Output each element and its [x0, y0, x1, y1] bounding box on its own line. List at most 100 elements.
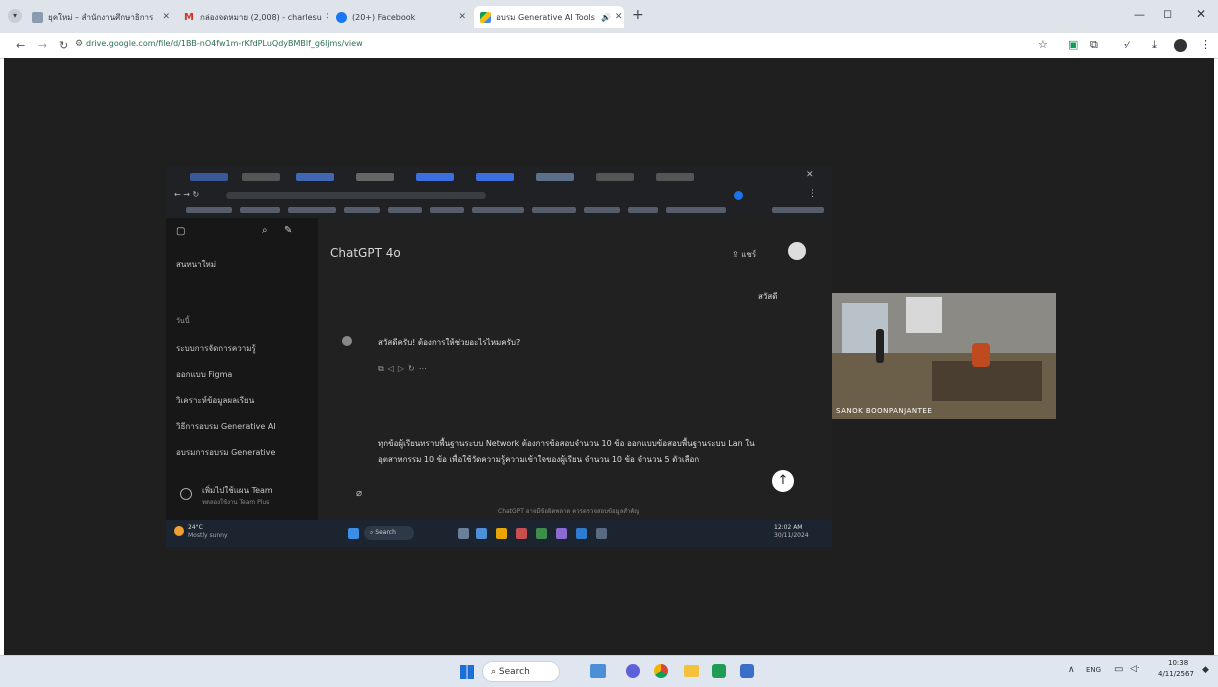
- chatgpt-chat-panel: ChatGPT 4o ⇪ แชร์ สวัสดี สวัสดีครับ! ต้อ…: [318, 218, 832, 520]
- bookmark: [288, 207, 336, 213]
- attach-icon: ⌀: [356, 488, 363, 499]
- clock-time[interactable]: 10:38: [1168, 659, 1188, 667]
- gmail-icon: M: [184, 11, 194, 23]
- app-icon[interactable]: [740, 664, 754, 678]
- site-info-icon[interactable]: ⚙: [75, 39, 83, 49]
- bookmark: [584, 207, 620, 213]
- reload-icon[interactable]: ↻: [59, 39, 68, 52]
- bookmark: [240, 207, 280, 213]
- webcam-overlay: SANOK BOONPANJANTEE: [832, 293, 1056, 419]
- inner-taskbar: 24°C Mostly sunny ⌕ Search 12:02 AM 30/1…: [166, 520, 832, 547]
- inner-app-icon: [596, 528, 607, 539]
- start-icon[interactable]: [460, 665, 474, 679]
- sidebar-item: ออกแบบ Figma: [176, 370, 233, 379]
- clock-date[interactable]: 4/11/2567: [1158, 670, 1194, 678]
- inner-close-icon: ✕: [806, 170, 814, 180]
- assistant-avatar-icon: [342, 336, 352, 346]
- tab-1[interactable]: ยุคใหม่ – สำนักงานศึกษาธิการ ✕: [26, 6, 176, 28]
- extension-icon[interactable]: ▣: [1068, 38, 1078, 51]
- app-icon[interactable]: [626, 664, 640, 678]
- notification-icon[interactable]: ◆: [1202, 665, 1209, 675]
- close-icon[interactable]: ✕: [158, 12, 170, 22]
- app-icon[interactable]: [712, 664, 726, 678]
- share-button: ⇪ แชร์: [732, 250, 757, 259]
- bookmark: [772, 207, 824, 213]
- profile-icon[interactable]: [1174, 39, 1187, 52]
- close-icon[interactable]: ✕: [611, 12, 623, 22]
- message-actions: ⧉◁▷↻⋯: [378, 364, 431, 373]
- bookmark: [430, 207, 464, 213]
- sidebar-toggle-icon: ▢: [176, 226, 186, 237]
- taskbar-search-label: Search: [498, 667, 530, 677]
- inner-search-label: Search: [375, 529, 396, 536]
- close-icon[interactable]: ✕: [454, 12, 466, 22]
- inner-clock: 12:02 AM: [774, 524, 803, 531]
- scroll-down-button: ↑: [772, 470, 794, 492]
- back-icon[interactable]: ←: [16, 39, 25, 52]
- bookmark: [344, 207, 380, 213]
- display-icon[interactable]: ▭: [1114, 664, 1123, 675]
- inner-start-icon: [348, 528, 359, 539]
- inner-app-icon: [458, 528, 469, 539]
- site-favicon-icon: [32, 11, 43, 23]
- tab-3[interactable]: (20+) Facebook ✕: [330, 6, 472, 28]
- maximize-icon[interactable]: ◻: [1163, 7, 1172, 20]
- share-label: แชร์: [741, 250, 757, 259]
- inner-menu-icon: ⋮: [808, 189, 817, 199]
- tab-4-label: อบรม Generative AI Tools: [496, 12, 595, 22]
- inner-tab: [296, 173, 334, 181]
- inner-address-bar: ← → ↻ ⋮: [166, 188, 832, 204]
- shared-screen: ✕ ← → ↻ ⋮ ▢ ⌕ ✎ สนทนาใหม่ วันนี้ ระบบการ…: [166, 166, 832, 547]
- url-field[interactable]: drive.google.com/file/d/1BB-nO4fw1m-rKfd…: [86, 39, 363, 48]
- weather-icon: [174, 526, 184, 536]
- inner-tab: [190, 173, 228, 181]
- chrome-icon[interactable]: [654, 664, 668, 678]
- menu-icon[interactable]: ⋮: [1200, 38, 1211, 51]
- language-indicator[interactable]: ENG: [1086, 666, 1101, 674]
- new-chat-icon: ✎: [284, 225, 293, 236]
- minimize-icon[interactable]: —: [1134, 8, 1145, 21]
- chevron-up-icon[interactable]: ∧: [1068, 665, 1075, 675]
- address-bar-row: ← → ↻ ⚙ drive.google.com/file/d/1BB-nO4f…: [0, 33, 1218, 59]
- taskbar-search-box[interactable]: ⌕ Search: [482, 661, 560, 682]
- facebook-icon: [336, 11, 347, 23]
- inner-tab: [476, 173, 514, 181]
- inner-tab: [656, 173, 694, 181]
- tab-search-icon[interactable]: ▾: [8, 9, 22, 23]
- inner-bookmarks-bar: [166, 204, 832, 218]
- camera-name-label: SANOK BOONPANJANTEE: [836, 407, 933, 415]
- user-message: ทุกข้อผู้เรียนทราบพื้นฐานระบบ Network ต้…: [378, 439, 755, 464]
- translate-icon[interactable]: ꞏ⁄: [1124, 38, 1128, 51]
- forward-icon[interactable]: →: [38, 39, 47, 52]
- camera-table: [932, 361, 1042, 401]
- inner-profile-icon: [734, 191, 743, 200]
- close-icon[interactable]: ✕: [322, 12, 328, 22]
- bookmark-star-icon[interactable]: ☆: [1038, 38, 1048, 51]
- tab-2[interactable]: M กล่องจดหมาย (2,008) - charlesu ✕: [178, 6, 328, 28]
- inner-app-icon: [556, 528, 567, 539]
- speaker-icon[interactable]: 🔊: [601, 13, 611, 22]
- user-message: สวัสดี: [758, 292, 778, 301]
- footer-note: ChatGPT อาจมีข้อผิดพลาด ควรตรวจสอบข้อมูล…: [498, 508, 640, 515]
- volume-icon[interactable]: ◁ᐧ: [1130, 664, 1139, 674]
- tab-4[interactable]: อบรม Generative AI Tools 🔊 ✕: [474, 6, 624, 28]
- camera-person: [876, 329, 884, 363]
- tab-1-label: ยุคใหม่ – สำนักงานศึกษาธิการ: [48, 12, 154, 22]
- puzzle-icon[interactable]: ⧉: [1090, 38, 1098, 52]
- sidebar-item: วิธีการอบรม Generative AI: [176, 422, 276, 431]
- widgets-icon[interactable]: [590, 664, 606, 678]
- inner-tab: [536, 173, 574, 181]
- file-explorer-icon[interactable]: [684, 665, 699, 677]
- inner-tab: [596, 173, 634, 181]
- download-icon[interactable]: ⤓: [1152, 38, 1157, 52]
- inner-back-icon: ← → ↻: [174, 190, 200, 199]
- model-title: ChatGPT 4o: [330, 246, 401, 260]
- inner-tab: [242, 173, 280, 181]
- sidebar-section-today: วันนี้: [176, 317, 190, 325]
- upgrade-icon: [180, 488, 192, 500]
- new-tab-button[interactable]: +: [632, 7, 644, 23]
- inner-tab: [416, 173, 454, 181]
- close-window-icon[interactable]: ✕: [1196, 7, 1206, 21]
- inner-tab-strip: ✕: [166, 166, 832, 188]
- inner-app-icon: [576, 528, 587, 539]
